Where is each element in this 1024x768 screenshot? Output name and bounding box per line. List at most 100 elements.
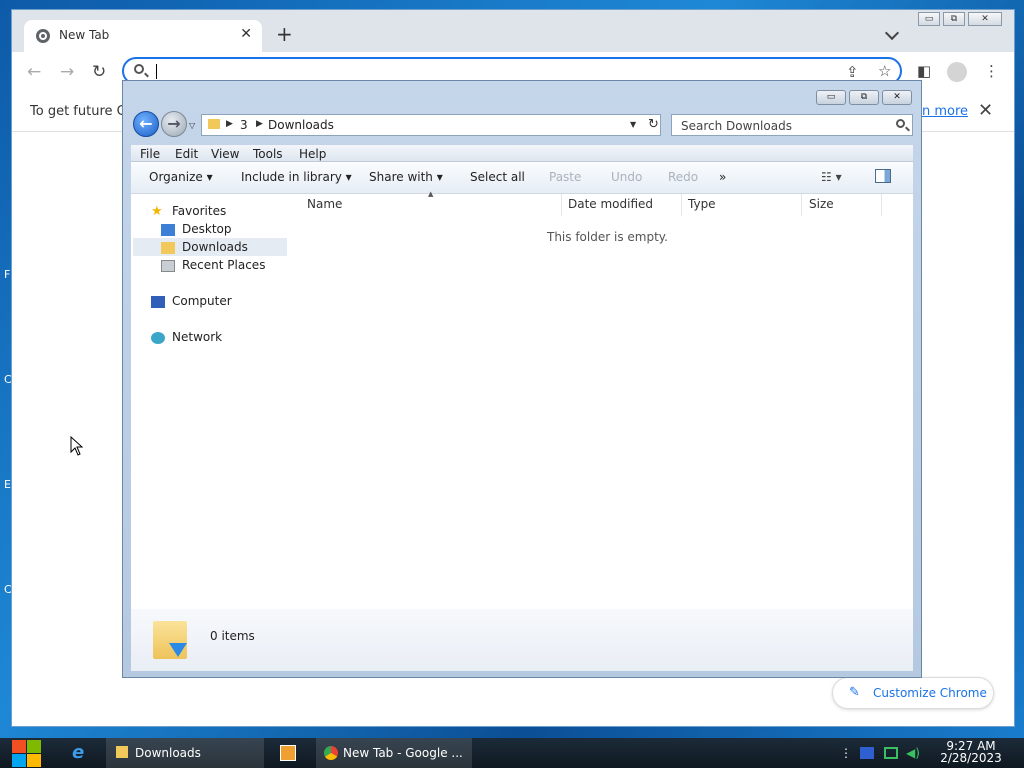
breadcrumb-segment[interactable]: Downloads	[268, 118, 334, 132]
column-type[interactable]: Type	[688, 197, 716, 211]
empty-folder-message: This folder is empty.	[547, 230, 668, 244]
chrome-minimize-button[interactable]: ▭	[918, 12, 940, 26]
navigation-pane: ★ Favorites Desktop Downloads Recent Pla…	[131, 194, 291, 609]
action-center-flag-icon[interactable]	[860, 747, 874, 759]
address-dropdown-icon[interactable]: ▼	[630, 120, 636, 129]
infobar-close-icon[interactable]: ✕	[978, 100, 993, 121]
back-arrow-icon[interactable]: ←	[27, 62, 41, 82]
nav-downloads[interactable]: Downloads	[182, 240, 248, 254]
explorer-maximize-button[interactable]: ⧉	[849, 90, 879, 105]
chrome-maximize-button[interactable]: ⧉	[943, 12, 965, 26]
column-date-modified[interactable]: Date modified	[568, 197, 653, 211]
nav-recent-places[interactable]: Recent Places	[182, 258, 265, 272]
menu-help[interactable]: Help	[299, 147, 326, 161]
infobar-learn-more-link[interactable]: n more	[922, 104, 968, 119]
back-button-icon[interactable]: ←	[133, 111, 159, 137]
explorer-close-button[interactable]: ✕	[882, 90, 912, 105]
breadcrumb-chevron-icon[interactable]: ▶	[256, 119, 263, 129]
share-with-button[interactable]: Share with ▾	[369, 170, 443, 184]
network-icon	[151, 332, 165, 344]
preview-pane-icon[interactable]	[875, 169, 891, 183]
sort-ascending-icon: ▲	[428, 190, 434, 198]
folder-icon	[116, 746, 128, 758]
new-tab-button[interactable]: +	[276, 24, 293, 44]
search-icon[interactable]	[896, 119, 905, 128]
media-player-icon[interactable]	[280, 745, 296, 761]
windows-logo-icon	[27, 740, 41, 753]
taskbar-chrome-label: New Tab - Google ...	[343, 746, 463, 760]
search-placeholder: Search Downloads	[681, 119, 792, 133]
tab-title: New Tab	[59, 28, 110, 42]
text-caret	[156, 64, 157, 79]
downloads-folder-large-icon	[153, 621, 187, 659]
item-count: 0 items	[210, 629, 255, 643]
windows-logo-icon	[12, 754, 26, 767]
breadcrumb-segment[interactable]: 3	[240, 118, 248, 132]
forward-button-icon[interactable]: →	[161, 111, 187, 137]
nav-computer[interactable]: Computer	[172, 294, 232, 308]
menu-kebab-icon[interactable]: ⋮	[984, 62, 999, 80]
column-name[interactable]: Name	[307, 197, 342, 211]
customize-chrome-label: Customize Chrome	[873, 686, 987, 700]
tray-overflow-icon[interactable]: ⋮	[840, 746, 852, 760]
column-divider[interactable]	[881, 194, 882, 216]
forward-arrow-icon[interactable]: →	[60, 62, 74, 82]
desktop-icon	[161, 224, 175, 236]
share-icon[interactable]: ⇪	[846, 63, 859, 81]
recent-places-icon	[161, 260, 175, 272]
star-icon: ★	[151, 204, 163, 219]
profile-avatar-icon[interactable]	[947, 62, 967, 82]
column-divider[interactable]	[801, 194, 802, 216]
paste-button[interactable]: Paste	[549, 170, 581, 184]
internet-explorer-icon[interactable]: e	[72, 738, 94, 768]
taskbar-downloads-button[interactable]: Downloads	[106, 738, 264, 768]
details-pane: 0 items	[131, 609, 913, 671]
chrome-logo-icon	[324, 746, 338, 760]
chrome-tab-new-tab[interactable]: New Tab ✕	[24, 20, 262, 52]
change-view-icon[interactable]: ☷ ▾	[821, 170, 842, 184]
column-size[interactable]: Size	[809, 197, 834, 211]
include-in-library-button[interactable]: Include in library ▾	[241, 170, 352, 184]
volume-icon[interactable]: ◀)	[906, 746, 920, 760]
undo-button[interactable]: Undo	[611, 170, 642, 184]
more-commands-button[interactable]: »	[719, 170, 726, 184]
start-button[interactable]	[10, 738, 44, 768]
tab-search-chevron-icon[interactable]	[884, 25, 900, 41]
system-clock[interactable]: 9:27 AM 2/28/2023	[936, 740, 1006, 764]
breadcrumb-chevron-icon[interactable]: ▶	[226, 119, 233, 129]
file-list: ▲ Name Date modified Type Size This fold…	[291, 190, 913, 609]
customize-chrome-button[interactable]: ✎ Customize Chrome	[832, 677, 994, 709]
address-bar[interactable]: ▶ 3 ▶ Downloads ▼ ↻	[201, 114, 661, 136]
explorer-window: ▭ ⧉ ✕ ← → ▽ ▶ 3 ▶ Downloads ▼ ↻ Search D…	[122, 80, 922, 678]
column-divider[interactable]	[561, 194, 562, 216]
select-all-button[interactable]: Select all	[470, 170, 525, 184]
refresh-icon[interactable]: ↻	[648, 117, 659, 132]
search-downloads-input[interactable]: Search Downloads	[671, 114, 913, 136]
pencil-icon: ✎	[849, 685, 860, 700]
tab-close-icon[interactable]: ✕	[240, 26, 252, 42]
menu-tools[interactable]: Tools	[253, 147, 283, 161]
network-tray-icon[interactable]	[884, 747, 898, 759]
taskbar-chrome-button[interactable]: New Tab - Google ...	[316, 738, 472, 768]
column-divider[interactable]	[681, 194, 682, 216]
desktop-icon-label: F	[4, 268, 11, 281]
menu-edit[interactable]: Edit	[175, 147, 198, 161]
menu-file[interactable]: File	[140, 147, 160, 161]
windows-logo-icon	[12, 740, 26, 753]
menu-view[interactable]: View	[211, 147, 239, 161]
organize-button[interactable]: Organize ▾	[149, 170, 213, 184]
bookmark-star-icon[interactable]: ☆	[878, 62, 891, 80]
chrome-favicon-icon	[36, 29, 50, 43]
nav-desktop[interactable]: Desktop	[182, 222, 232, 236]
nav-network[interactable]: Network	[172, 330, 222, 344]
redo-button[interactable]: Redo	[668, 170, 698, 184]
computer-icon	[151, 296, 165, 308]
reload-icon[interactable]: ↻	[92, 62, 106, 82]
chrome-close-button[interactable]: ✕	[968, 12, 1002, 26]
menu-bar: File Edit View Tools Help	[131, 145, 913, 162]
recent-pages-dropdown-icon[interactable]: ▽	[189, 121, 195, 130]
nav-favorites[interactable]: Favorites	[172, 204, 226, 218]
explorer-minimize-button[interactable]: ▭	[816, 90, 846, 105]
clock-date: 2/28/2023	[940, 751, 1002, 765]
side-panel-icon[interactable]: ◧	[917, 62, 931, 80]
